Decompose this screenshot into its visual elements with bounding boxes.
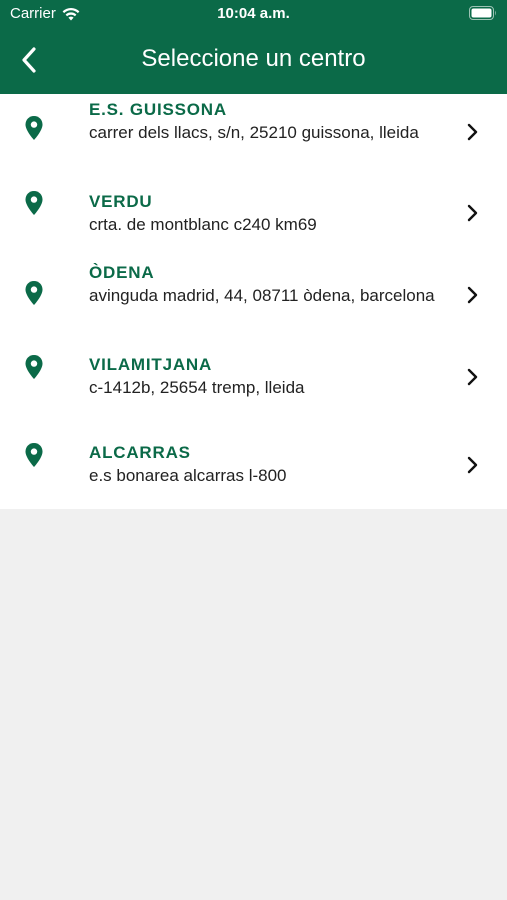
center-list-item[interactable]: VILAMITJANA c-1412b, 25654 tremp, lleida bbox=[0, 340, 507, 422]
location-pin-icon bbox=[25, 281, 43, 305]
center-address: carrer dels llacs, s/n, 25210 guissona, … bbox=[89, 123, 419, 142]
page-title: Seleccione un centro bbox=[141, 45, 366, 72]
location-pin-icon bbox=[25, 116, 43, 140]
chevron-right-icon bbox=[467, 204, 478, 222]
chevron-right-icon bbox=[467, 368, 478, 386]
center-list: E.S. GUISSONA carrer dels llacs, s/n, 25… bbox=[0, 94, 507, 509]
status-time: 10:04 a.m. bbox=[217, 5, 290, 22]
center-address: e.s bonarea alcarras l-800 bbox=[89, 466, 287, 485]
center-name: ALCARRAS bbox=[89, 443, 191, 462]
center-address: c-1412b, 25654 tremp, lleida bbox=[89, 378, 305, 397]
center-info: ÒDENA avinguda madrid, 44, 08711 òdena, … bbox=[89, 262, 439, 307]
center-name: E.S. GUISSONA bbox=[89, 100, 227, 119]
center-list-item[interactable]: E.S. GUISSONA carrer dels llacs, s/n, 25… bbox=[0, 94, 507, 176]
center-info: VERDU crta. de montblanc c240 km69 bbox=[89, 191, 439, 236]
location-pin-icon bbox=[25, 191, 43, 215]
center-info: ALCARRAS e.s bonarea alcarras l-800 bbox=[89, 442, 439, 487]
location-pin-icon bbox=[25, 355, 43, 379]
center-info: E.S. GUISSONA carrer dels llacs, s/n, 25… bbox=[89, 99, 439, 144]
center-name: ÒDENA bbox=[89, 263, 155, 282]
center-list-item[interactable]: ALCARRAS e.s bonarea alcarras l-800 bbox=[0, 422, 507, 509]
center-list-item[interactable]: ÒDENA avinguda madrid, 44, 08711 òdena, … bbox=[0, 258, 507, 340]
center-address: crta. de montblanc c240 km69 bbox=[89, 215, 317, 234]
location-pin-icon bbox=[25, 443, 43, 467]
navigation-bar: Seleccione un centro bbox=[0, 28, 507, 94]
battery-icon bbox=[469, 6, 496, 20]
center-name: VILAMITJANA bbox=[89, 355, 213, 374]
chevron-right-icon bbox=[467, 286, 478, 304]
center-name: VERDU bbox=[89, 192, 153, 211]
center-list-item[interactable]: VERDU crta. de montblanc c240 km69 bbox=[0, 176, 507, 258]
center-address: avinguda madrid, 44, 08711 òdena, barcel… bbox=[89, 286, 435, 305]
status-bar: Carrier 10:04 a.m. bbox=[0, 0, 507, 28]
empty-background bbox=[0, 509, 507, 900]
chevron-right-icon bbox=[467, 123, 478, 141]
center-info: VILAMITJANA c-1412b, 25654 tremp, lleida bbox=[89, 354, 439, 399]
chevron-right-icon bbox=[467, 456, 478, 474]
top-bar: Carrier 10:04 a.m. Seleccione un centro bbox=[0, 0, 507, 94]
